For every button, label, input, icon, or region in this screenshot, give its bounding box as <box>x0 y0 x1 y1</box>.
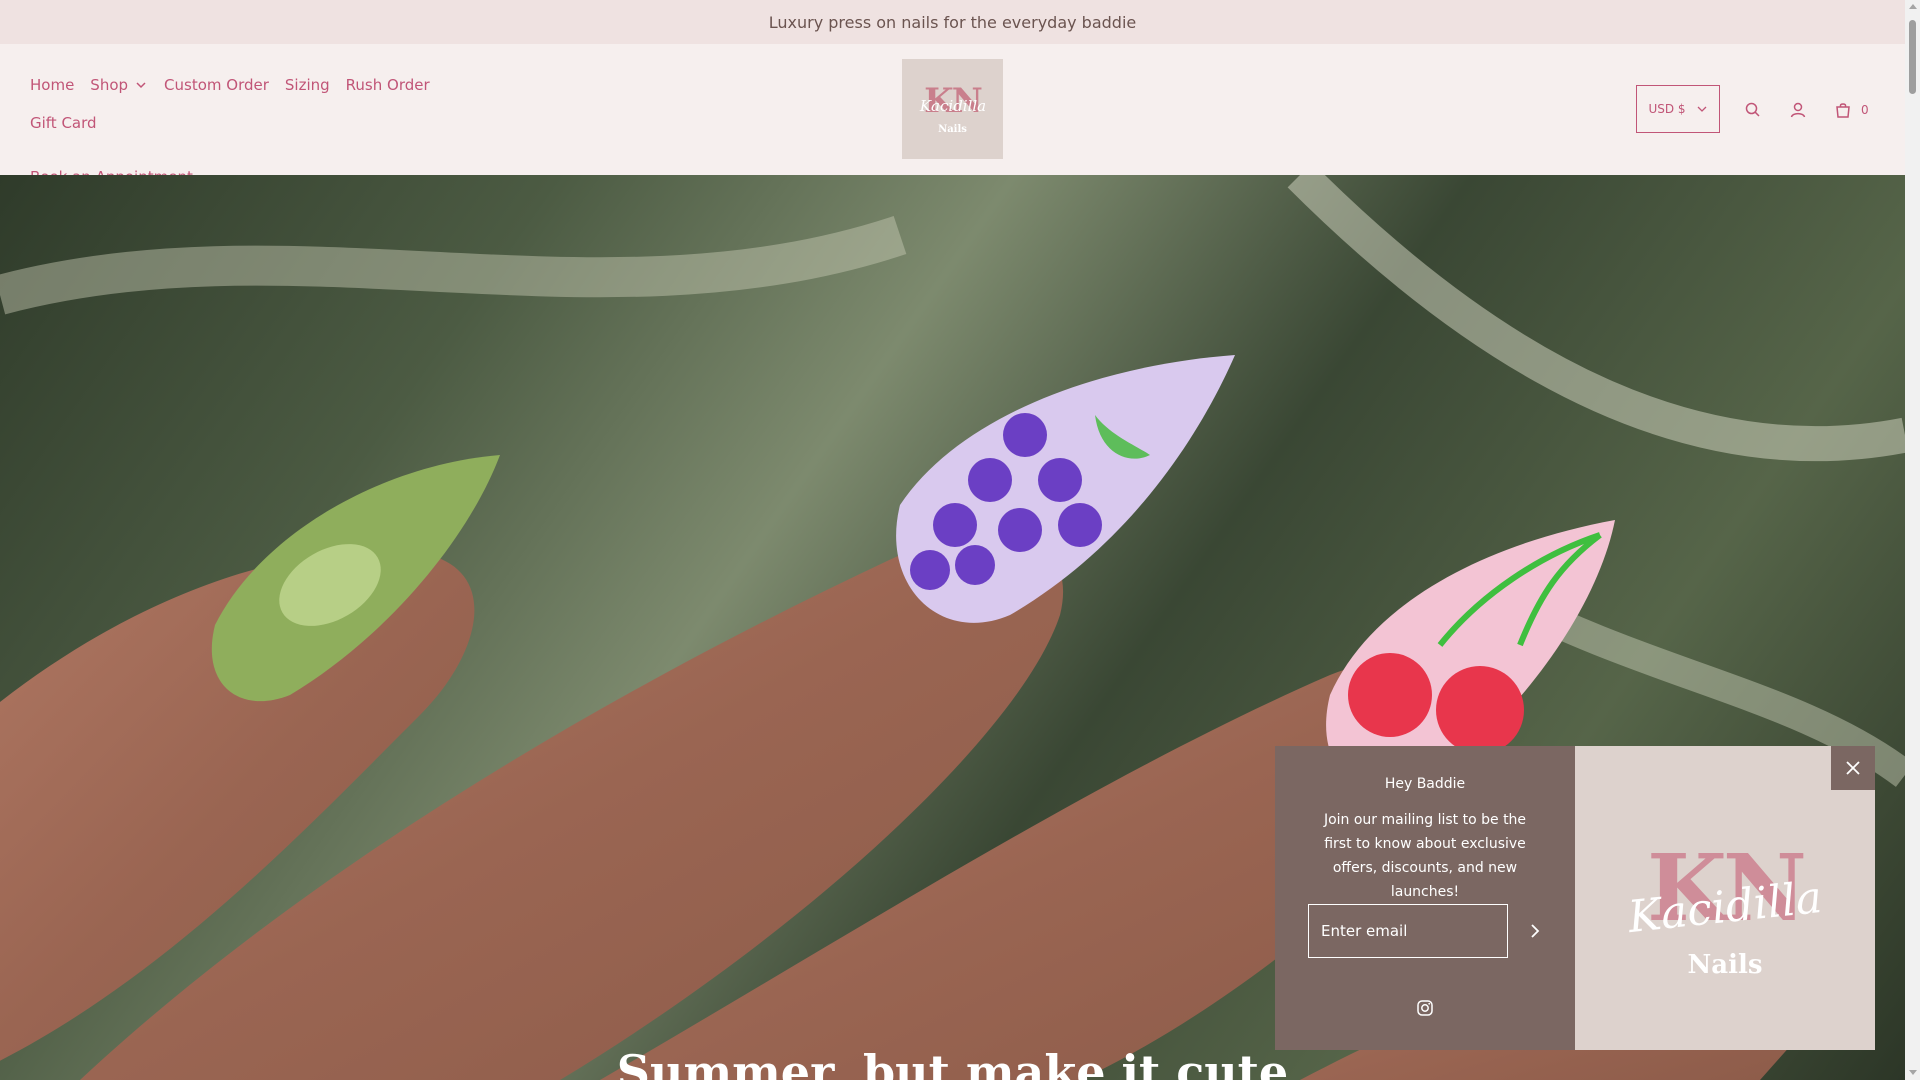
nav-gift-card[interactable]: Gift Card <box>30 112 97 134</box>
search-icon[interactable] <box>1744 101 1762 119</box>
nav-rush-order[interactable]: Rush Order <box>346 74 430 96</box>
logo-word: Nails <box>938 123 967 135</box>
chevron-down-icon <box>1697 106 1707 112</box>
nav-sizing-label: Sizing <box>284 76 330 94</box>
announcement-text: Luxury press on nails for the everyday b… <box>768 12 1137 32</box>
site-header: Home Shop Custom Order Sizing Rush Order… <box>0 44 1905 186</box>
main-nav: Home Shop Custom Order Sizing Rush Order… <box>30 74 500 188</box>
announcement-bar: Luxury press on nails for the everyday b… <box>0 0 1905 44</box>
nav-custom-order[interactable]: Custom Order <box>164 74 269 96</box>
logo-script: Kacidilla <box>919 97 987 115</box>
close-icon <box>1846 761 1860 775</box>
chevron-down-icon <box>136 82 146 89</box>
newsletter-popup: Hey Baddie Join our mailing list to be t… <box>1275 746 1875 1050</box>
instagram-icon[interactable] <box>1416 999 1434 1017</box>
nav-home-label: Home <box>30 76 75 94</box>
hero-heading: Summer, but make it cute <box>616 1045 1289 1080</box>
scrollbar-thumb[interactable] <box>1909 20 1916 94</box>
nav-custom-order-label: Custom Order <box>164 76 269 94</box>
nav-rush-order-label: Rush Order <box>345 76 430 94</box>
cart-icon[interactable] <box>1834 101 1852 119</box>
currency-selector[interactable]: USD $ <box>1636 85 1720 133</box>
nav-home[interactable]: Home <box>30 74 74 96</box>
nav-sizing[interactable]: Sizing <box>285 74 330 96</box>
popup-logo-word: Nails <box>1687 950 1763 980</box>
currency-label: USD $ <box>1648 102 1686 116</box>
nav-shop-label: Shop <box>90 76 129 94</box>
cart-count[interactable]: 0 <box>1861 101 1869 119</box>
newsletter-form-panel: Hey Baddie Join our mailing list to be t… <box>1275 746 1575 1050</box>
scroll-up-arrow[interactable] <box>1909 4 1917 9</box>
page-scrollbar[interactable] <box>1905 0 1920 1080</box>
popup-logo-panel: KN Kacidilla Nails <box>1575 746 1875 1050</box>
popup-title: Hey Baddie <box>1384 776 1466 792</box>
nav-shop[interactable]: Shop <box>90 74 148 96</box>
site-logo[interactable]: KN Kacidilla Nails <box>902 59 1003 159</box>
account-icon[interactable] <box>1789 101 1807 119</box>
popup-close-button[interactable] <box>1831 746 1875 790</box>
popup-description: Join our mailing list to be the first to… <box>1323 812 1527 900</box>
scroll-down-arrow[interactable] <box>1909 1070 1917 1075</box>
email-input[interactable] <box>1308 904 1508 958</box>
nav-gift-card-label: Gift Card <box>30 114 97 132</box>
arrow-right-icon[interactable] <box>1525 921 1545 941</box>
